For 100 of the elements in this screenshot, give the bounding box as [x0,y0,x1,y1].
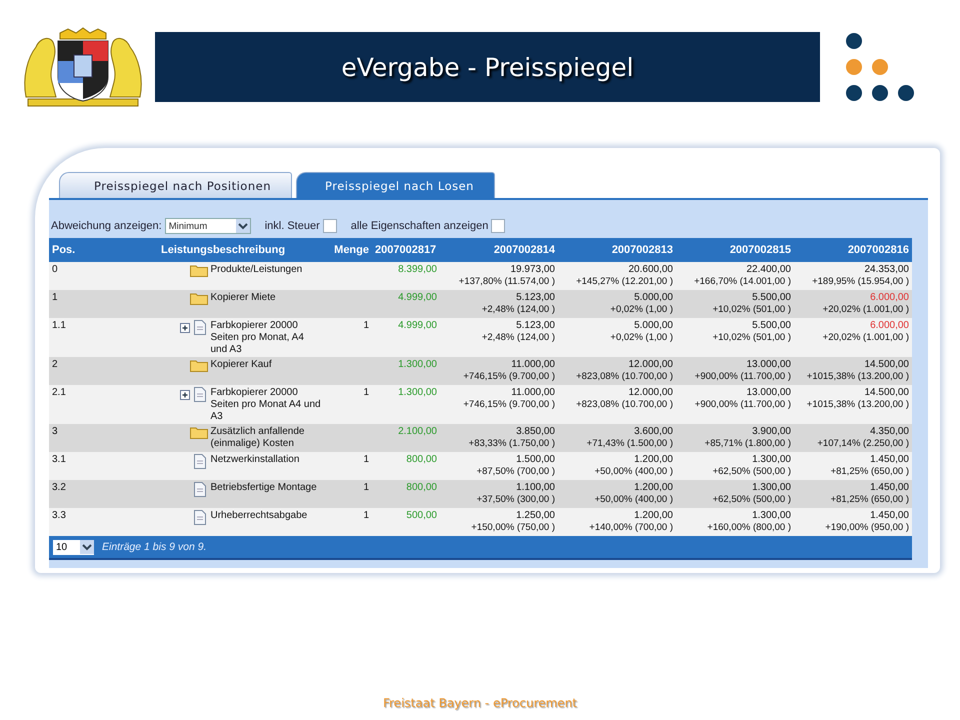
deviation-text: +189,95% (15.954,00 ) [811,276,909,288]
expand-icon[interactable] [180,390,190,400]
deviation-text: +85,71% (1.800,00 ) [704,438,791,450]
deviation-text: +62,50% (500,00 ) [712,494,791,506]
price-text: 5.500,00 [751,292,791,304]
table-cell: Netzwerkinstallation [208,452,324,480]
column-header[interactable]: 2007002813 [558,238,676,262]
column-header[interactable]: 2007002816 [794,238,912,262]
price-text: 1.200,00 [633,482,673,494]
price-text: 14.500,00 [864,387,909,399]
deviation-text: +37,50% (300,00 ) [476,494,555,506]
price-text: 1.300,00 [751,454,791,466]
deviation-text: +83,33% (1.750,00 ) [468,438,555,450]
price-text: 1.100,00 [515,482,555,494]
chevron-down-icon [80,540,94,554]
footer-text: Freistaat Bayern - eProcurement [382,696,577,710]
table-cell: 2.100,00 [372,424,440,452]
deviation-text: +160,00% (800,00 ) [706,522,791,534]
chevron-down-icon [236,219,250,233]
table-cell: 1 [324,452,372,480]
price-text: 5.123,00 [515,320,555,332]
table-cell: 1 [324,318,372,357]
deviation-text: +20,02% (1.001,00 ) [822,304,909,316]
price-text: 6.000,00 [869,320,909,332]
deviation-text: +900,00% (11.700,00 ) [694,399,791,411]
deviation-text: +823,08% (10.700,00 ) [575,371,673,383]
price-text: 12.000,00 [628,359,673,371]
table-cell: Zusätzlich anfallende (einmalige) Kosten [208,424,324,452]
table-cell: 800,00 [372,480,440,508]
deviation-text: +62,50% (500,00 ) [712,466,791,478]
deviation-text: +10,02% (501,00 ) [712,304,791,316]
expand-icon[interactable] [180,322,190,332]
tab[interactable]: Preisspiegel nach Losen [296,172,495,198]
column-header[interactable]: 2007002815 [676,238,794,262]
table-cell: 4.999,00 [372,318,440,357]
deviation-text: +137,80% (11.574,00 ) [458,276,555,288]
folder-icon [190,426,208,439]
table-cell: 1.300,00 [372,357,440,385]
price-text: 1.250,00 [515,510,555,522]
page-title: eVergabe - Preisspiegel [341,52,634,82]
price-text: 5.500,00 [751,320,791,332]
deviation-text: +1015,38% (13.200,00 ) [806,371,909,383]
table-cell: Produkte/Leistungen [208,262,324,290]
tab[interactable]: Preisspiegel nach Positionen [59,172,292,198]
page-size-dropdown[interactable]: 10 [53,540,94,554]
folder-icon [190,359,208,372]
table-cell: 1.1 [49,318,91,357]
column-header[interactable]: Menge [324,238,372,262]
deviation-text: +2,48% (124,00 ) [480,304,555,316]
deviation-text: +1015,38% (13.200,00 ) [806,399,909,411]
price-text: 14.500,00 [864,359,909,371]
price-text: 13.000,00 [746,359,791,371]
checkbox[interactable] [491,219,506,233]
price-text: 1.200,00 [633,510,673,522]
table-cell: 1 [324,480,372,508]
deviation-text: +0,02% (1,00 ) [609,304,673,316]
table-cell: Kopierer Miete [208,290,324,318]
column-header[interactable]: 2007002817 [372,238,440,262]
document-icon [194,482,206,497]
price-text: 1.300,00 [751,482,791,494]
price-text: 11.000,00 [510,387,555,399]
deviation-text: +190,00% (950,00 ) [824,522,909,534]
column-header[interactable]: 2007002814 [440,238,558,262]
deviation-text: +823,08% (10.700,00 ) [575,399,673,411]
table-cell: 1 [324,385,372,424]
column-header[interactable]: Pos. [49,238,91,262]
filter-label: Abweichung anzeigen: [51,220,162,232]
deviation-text: +166,70% (14.001,00 ) [693,276,791,288]
deviation-dropdown[interactable]: Minimum [164,218,251,234]
price-text: 13.000,00 [746,387,791,399]
price-text: 11.000,00 [510,359,555,371]
price-text: 1.200,00 [633,454,673,466]
table-cell: 3.1 [49,452,91,480]
table-cell: 3.2 [49,480,91,508]
filter-label: alle Eigenschaften anzeigen [350,220,488,232]
price-text: 5.000,00 [633,292,673,304]
folder-icon [190,292,208,305]
deviation-text: +10,02% (501,00 ) [712,332,791,344]
deviation-text: +0,02% (1,00 ) [609,332,673,344]
table-cell: Urheberrechtsabgabe [208,508,324,536]
price-text: 6.000,00 [869,292,909,304]
price-text: 5.123,00 [515,292,555,304]
price-text: 1.450,00 [869,454,909,466]
table-cell: 800,00 [372,452,440,480]
deviation-text: +71,43% (1.500,00 ) [586,438,673,450]
price-text: 20.600,00 [628,264,673,276]
entries-summary: Einträge 1 bis 9 von 9. [102,541,206,553]
table-cell: Farbkopierer 20000 Seiten pro Monat, A4 und A3 [208,318,324,357]
deviation-text: +746,15% (9.700,00 ) [462,399,555,411]
deviation-text: +81,25% (650,00 ) [830,466,909,478]
table-cell: 4.999,00 [372,290,440,318]
deviation-text: +50,00% (400,00 ) [594,466,673,478]
table-cell: 500,00 [372,508,440,536]
price-text: 19.973,00 [510,264,555,276]
deviation-text: +145,27% (12.201,00 ) [575,276,673,288]
deviation-text: +20,02% (1.001,00 ) [822,332,909,344]
price-text: 1.300,00 [751,510,791,522]
table-cell: Kopierer Kauf [208,357,324,385]
column-header[interactable]: Leistungsbeschreibung [91,238,324,262]
checkbox[interactable] [322,219,337,233]
